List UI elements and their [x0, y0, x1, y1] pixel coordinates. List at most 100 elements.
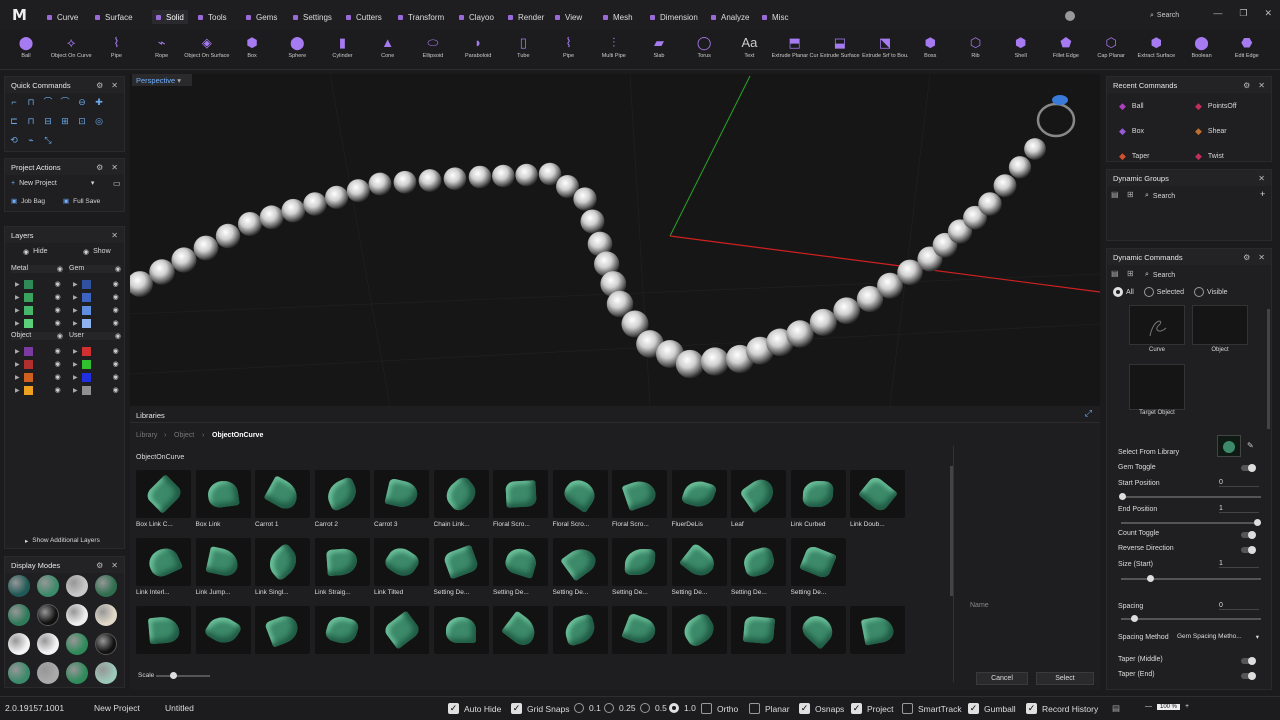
tool-slab[interactable]: ▰ Slab: [636, 32, 682, 68]
quick-command-icon[interactable]: ⌒: [60, 97, 70, 107]
tab-surface[interactable]: Surface: [95, 10, 133, 24]
add-icon[interactable]: +: [1260, 189, 1265, 199]
layer-row[interactable]: ▶ ◉: [73, 291, 119, 303]
hide-button[interactable]: ◉ Hide: [23, 248, 48, 256]
quick-command-icon[interactable]: ⊖: [77, 97, 87, 107]
tool-tube[interactable]: ▯ Tube: [500, 32, 546, 68]
filter-selected[interactable]: Selected: [1143, 287, 1184, 297]
eye-icon[interactable]: ◉: [113, 306, 119, 314]
expand-icon[interactable]: ▶: [73, 294, 78, 301]
tab-dimension[interactable]: Dimension: [650, 10, 698, 24]
tab-view[interactable]: View: [555, 10, 582, 24]
layer-row[interactable]: ▶ ◉: [73, 384, 119, 396]
ring-object[interactable]: [1036, 95, 1076, 138]
filter-visible[interactable]: Visible: [1194, 287, 1228, 297]
show-button[interactable]: ◉ Show: [83, 248, 111, 256]
gumball-toggle[interactable]: ✓ Gumball: [968, 703, 1016, 714]
layer-group-header[interactable]: Object ◉: [11, 332, 63, 340]
library-item[interactable]: Link Straig...: [314, 538, 370, 598]
object-slot[interactable]: [1192, 305, 1248, 345]
library-item[interactable]: Setting De...: [671, 538, 727, 598]
end-position-input[interactable]: 1: [1219, 505, 1259, 513]
new-project-status[interactable]: New Project: [94, 703, 140, 713]
display-mode-swatch[interactable]: [37, 662, 59, 684]
tool-text[interactable]: Aa Text: [726, 32, 772, 68]
tool-extrude-planar-curve[interactable]: ⬒ Extrude Planar Curve: [772, 32, 818, 68]
eye-icon[interactable]: ◉: [113, 293, 119, 301]
tool-pipe[interactable]: ⌇ Pipe: [546, 32, 592, 68]
layer-color-swatch[interactable]: [23, 305, 33, 315]
tab-transform[interactable]: Transform: [398, 10, 444, 24]
display-mode-swatch[interactable]: [8, 662, 30, 684]
quick-command-icon[interactable]: ⌐: [9, 97, 19, 107]
snap-1.0[interactable]: 1.0: [669, 703, 696, 713]
tool-cap-planar[interactable]: ⬡ Cap Planar: [1088, 32, 1134, 68]
gear-icon[interactable]: ⚙: [96, 81, 103, 90]
start-position-input[interactable]: 0: [1219, 479, 1259, 487]
top-search[interactable]: ⌕ Search: [1150, 9, 1212, 22]
quick-command-icon[interactable]: ⊓: [26, 97, 36, 107]
layer-row[interactable]: ▶ ◉: [15, 317, 61, 329]
expand-icon[interactable]: ▶: [15, 281, 20, 288]
layer-color-swatch[interactable]: [81, 359, 91, 369]
eye-icon[interactable]: ◉: [55, 319, 61, 327]
expand-icon[interactable]: ▶: [73, 320, 78, 327]
close-icon[interactable]: ✕: [1264, 8, 1272, 19]
grid-snaps-toggle[interactable]: ✓ Grid Snaps: [511, 703, 570, 714]
layer-color-swatch[interactable]: [81, 372, 91, 382]
eye-icon[interactable]: ◉: [57, 332, 63, 340]
expand-icon[interactable]: ▶: [73, 374, 78, 381]
taper-middle-toggle[interactable]: [1241, 657, 1256, 665]
project-toggle[interactable]: ✓ Project: [851, 703, 893, 714]
library-item[interactable]: [136, 606, 191, 666]
tool-extrude-surface[interactable]: ⬓ Extrude Surface: [817, 32, 863, 68]
tool-box[interactable]: ⬢ Box: [229, 32, 275, 68]
tab-tools[interactable]: Tools: [198, 10, 227, 24]
library-item[interactable]: Carrot 2: [314, 470, 370, 530]
eye-icon[interactable]: ◉: [113, 373, 119, 381]
tree-icon[interactable]: ⊞: [1127, 269, 1134, 278]
eye-icon[interactable]: ◉: [113, 360, 119, 368]
library-item[interactable]: Link Interl...: [136, 538, 191, 598]
library-item[interactable]: [314, 606, 370, 666]
display-mode-swatch[interactable]: [37, 604, 59, 626]
target-object-slot[interactable]: [1129, 364, 1185, 410]
gear-icon[interactable]: ⚙: [1243, 253, 1250, 262]
eye-icon[interactable]: ◉: [55, 293, 61, 301]
library-item[interactable]: [493, 606, 548, 666]
slider-knob[interactable]: [1131, 615, 1138, 622]
expand-icon[interactable]: ▶: [15, 348, 20, 355]
quick-command-icon[interactable]: ◎: [94, 116, 104, 126]
library-item[interactable]: Link Doub...: [850, 470, 905, 530]
expand-icon[interactable]: ▶: [73, 307, 78, 314]
library-scrollbar[interactable]: [950, 466, 953, 596]
library-item[interactable]: Box Link C...: [136, 470, 191, 530]
close-icon[interactable]: ✕: [1258, 174, 1265, 183]
reverse-direction-toggle[interactable]: [1241, 546, 1256, 554]
tool-paraboloid[interactable]: ◗ Paraboloid: [455, 32, 501, 68]
layer-color-swatch[interactable]: [23, 292, 33, 302]
library-item[interactable]: Link Tilted: [374, 538, 429, 598]
tool-sphere[interactable]: ⬤ Sphere: [274, 32, 320, 68]
auto-hide-toggle[interactable]: ✓ Auto Hide: [448, 703, 501, 714]
display-mode-swatch[interactable]: [37, 575, 59, 597]
smarttrack-toggle[interactable]: SmartTrack: [902, 703, 962, 714]
eye-icon[interactable]: ◉: [55, 360, 61, 368]
cancel-button[interactable]: Cancel: [976, 672, 1028, 685]
layer-row[interactable]: ▶ ◉: [73, 371, 119, 383]
library-item[interactable]: Setting De...: [731, 538, 786, 598]
layer-row[interactable]: ▶ ◉: [15, 358, 61, 370]
eye-icon[interactable]: ◉: [113, 280, 119, 288]
layer-group-header[interactable]: Gem ◉: [69, 265, 121, 273]
library-item[interactable]: Floral Scro...: [493, 470, 548, 530]
library-item[interactable]: Link Jump...: [195, 538, 251, 598]
expand-icon[interactable]: ▶: [15, 361, 20, 368]
breadcrumb-object[interactable]: Object: [174, 432, 194, 439]
library-item[interactable]: FluerDeLis: [671, 470, 727, 530]
filter-all[interactable]: All: [1113, 287, 1134, 297]
quick-command-icon[interactable]: ⊏: [9, 116, 19, 126]
library-item[interactable]: [195, 606, 251, 666]
snap-0.1[interactable]: 0.1: [574, 703, 601, 713]
quick-command-icon[interactable]: ✚: [94, 97, 104, 107]
snap-0.25[interactable]: 0.25: [604, 703, 636, 713]
